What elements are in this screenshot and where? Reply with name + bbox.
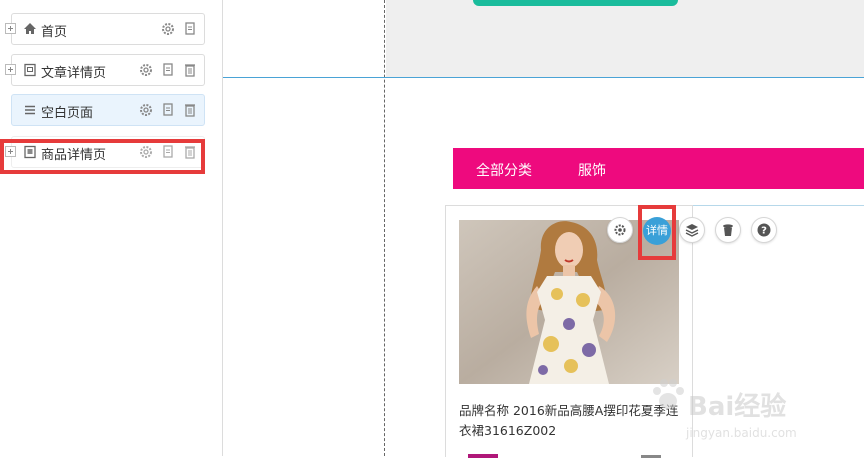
category-nav: 全部分类 服饰: [453, 148, 864, 189]
page-item-home[interactable]: 首页: [5, 13, 205, 45]
header-area: [386, 0, 864, 77]
page-item-article-detail[interactable]: 文章详情页: [5, 54, 205, 86]
gear-icon[interactable]: [138, 62, 154, 78]
guide-line: [384, 0, 385, 456]
watermark-text: Bai经验: [688, 392, 787, 422]
copy-icon[interactable]: [182, 21, 198, 37]
page-tree-sidebar: 首页 文章详情页 空白页面 商品详情页: [0, 0, 223, 456]
help-icon: ?: [757, 223, 771, 237]
baidu-watermark: Bai经验 jingyan.baidu.com: [648, 360, 858, 450]
paw-icon: [653, 379, 684, 409]
home-icon: [24, 23, 36, 34]
list-icon: [25, 105, 35, 115]
expand-icon[interactable]: [5, 64, 16, 75]
settings-button[interactable]: [607, 217, 633, 243]
category-all[interactable]: 全部分类: [476, 160, 532, 180]
page-item-label: 空白页面: [41, 106, 94, 121]
trash-icon[interactable]: [182, 62, 198, 78]
copy-icon[interactable]: [160, 62, 176, 78]
price-fragment: [468, 454, 498, 458]
watermark-url: jingyan.baidu.com: [686, 426, 797, 440]
copy-icon[interactable]: [160, 102, 176, 118]
delete-button[interactable]: [715, 217, 741, 243]
gear-icon[interactable]: [138, 102, 154, 118]
category-clothing[interactable]: 服饰: [578, 160, 606, 180]
gear-icon[interactable]: [160, 21, 176, 37]
gear-icon: [614, 224, 626, 236]
page-item-label: 文章详情页: [41, 66, 107, 81]
svg-text:?: ?: [761, 226, 767, 237]
editor-canvas: 全部分类 服饰 品牌名称 2016新品高腰A摆印花夏季连衣裙31616Z002 …: [223, 0, 864, 458]
highlight-box: [638, 205, 676, 260]
help-button[interactable]: ?: [751, 217, 777, 243]
section-divider: [223, 77, 864, 78]
layers-button[interactable]: [679, 217, 705, 243]
article-icon: [24, 63, 36, 77]
trash-icon: [723, 224, 733, 236]
layers-icon: [685, 224, 699, 237]
page-item-label: 首页: [41, 25, 68, 40]
expand-icon[interactable]: [5, 23, 16, 34]
header-tab[interactable]: [473, 0, 678, 6]
page-item-blank-page[interactable]: 空白页面: [11, 94, 205, 126]
trash-icon[interactable]: [182, 102, 198, 118]
highlight-box: [0, 139, 205, 174]
